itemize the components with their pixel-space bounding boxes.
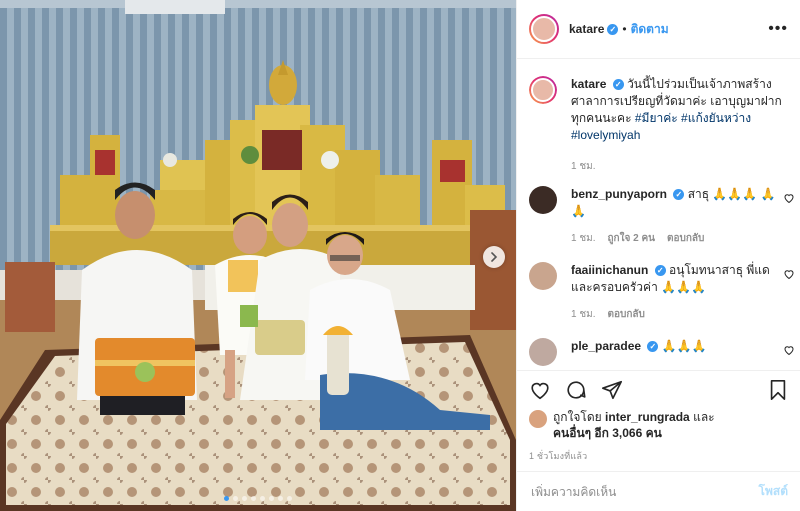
- action-icons: [529, 379, 788, 405]
- like-heart-icon[interactable]: [529, 379, 551, 401]
- post-author-avatar[interactable]: [529, 14, 559, 44]
- hashtag-link[interactable]: #lovelymiyah: [571, 128, 640, 142]
- like-comment-heart-icon[interactable]: [783, 344, 795, 356]
- share-paper-plane-icon[interactable]: [601, 379, 623, 401]
- verified-badge-icon: ✓: [647, 341, 659, 353]
- carousel-dot: [224, 496, 229, 501]
- caption-username[interactable]: katare: [571, 77, 606, 91]
- like-comment-heart-icon[interactable]: [783, 268, 795, 280]
- verified-badge-icon: ✓: [654, 265, 666, 277]
- post-comment-button[interactable]: โพสต์: [759, 482, 788, 501]
- liker-username[interactable]: inter_rungrada: [605, 410, 690, 424]
- hashtag-link[interactable]: #แก้งยันหว่าง: [681, 111, 751, 125]
- verified-badge-icon: ✓: [607, 23, 619, 35]
- comment-text: 🙏🙏🙏: [661, 339, 707, 353]
- comment-bubble-icon[interactable]: [565, 379, 587, 401]
- liked-by: ถูกใจโดย inter_rungrada และ คนอื่นๆ อีก …: [529, 409, 715, 441]
- comment-item: benz_punyaporn ✓ สาธุ 🙏🙏🙏 🙏🙏 1 ชม. ถูกใจ…: [529, 186, 794, 247]
- reply-button[interactable]: ตอบกลับ: [608, 306, 645, 323]
- verified-badge-icon: ✓: [612, 79, 624, 91]
- commenter-username[interactable]: ple_paradee: [571, 339, 641, 353]
- commenter-username[interactable]: faaiinichanun: [571, 263, 648, 277]
- others-likes-link[interactable]: คนอื่นๆ อีก 3,066 คน: [553, 426, 662, 440]
- caption-time[interactable]: 1 ชม.: [571, 158, 596, 175]
- caption-author-avatar[interactable]: [529, 76, 557, 104]
- comment-item: ple_paradee ✓ 🙏🙏🙏: [529, 338, 794, 366]
- carousel-dot: [233, 496, 238, 501]
- carousel-dot: [260, 496, 265, 501]
- follow-button[interactable]: ติดตาม: [631, 20, 669, 39]
- instagram-post-view: katare ✓ • ติดตาม ••• katare ✓ วันนี้ไปร…: [0, 0, 800, 511]
- liked-by-prefix: ถูกใจโดย: [553, 410, 602, 424]
- next-photo-button[interactable]: [483, 246, 505, 268]
- post-author-username[interactable]: katare: [569, 22, 604, 36]
- liked-by-and: และ: [693, 410, 715, 424]
- more-options-icon[interactable]: •••: [768, 20, 788, 38]
- liker-avatar[interactable]: [529, 410, 547, 428]
- bookmark-icon[interactable]: [768, 379, 788, 401]
- carousel-indicator: [0, 496, 516, 501]
- caption: katare ✓ วันนี้ไปร่วมเป็นเจ้าภาพสร้างศาล…: [529, 76, 789, 175]
- follow-separator: •: [622, 22, 627, 36]
- commenter-avatar[interactable]: [529, 338, 557, 366]
- comment-time[interactable]: 1 ชม.: [571, 230, 596, 247]
- post-timestamp[interactable]: 1 ชั่วโมงที่แล้ว: [529, 449, 587, 463]
- commenter-avatar[interactable]: [529, 186, 557, 214]
- post-photo-image: [0, 0, 516, 511]
- post-photo[interactable]: [0, 0, 516, 511]
- comment-likes-count[interactable]: ถูกใจ 2 คน: [608, 230, 656, 247]
- commenter-avatar[interactable]: [529, 262, 557, 290]
- reply-button[interactable]: ตอบกลับ: [667, 230, 704, 247]
- like-comment-heart-icon[interactable]: [783, 192, 795, 204]
- carousel-dot: [269, 496, 274, 501]
- hashtag-link[interactable]: #มียาค่ะ: [635, 111, 678, 125]
- carousel-dot: [278, 496, 283, 501]
- verified-badge-icon: ✓: [673, 189, 685, 201]
- comment-item: faaiinichanun ✓ อนุโมทนาสาธุ พี่แดและครอ…: [529, 262, 794, 323]
- post-actions: ถูกใจโดย inter_rungrada และ คนอื่นๆ อีก …: [517, 370, 800, 510]
- post-header: katare ✓ • ติดตาม •••: [517, 0, 800, 59]
- carousel-dot: [287, 496, 292, 501]
- comment-time[interactable]: 1 ชม.: [571, 306, 596, 323]
- chevron-right-icon: [491, 252, 498, 262]
- carousel-dot: [242, 496, 247, 501]
- commenter-username[interactable]: benz_punyaporn: [571, 187, 667, 201]
- post-details-panel: katare ✓ • ติดตาม ••• katare ✓ วันนี้ไปร…: [516, 0, 800, 511]
- comment-input[interactable]: [529, 483, 759, 500]
- comments-list[interactable]: katare ✓ วันนี้ไปร่วมเป็นเจ้าภาพสร้างศาล…: [517, 60, 800, 370]
- carousel-dot: [251, 496, 256, 501]
- add-comment-bar: โพสต์: [517, 471, 800, 511]
